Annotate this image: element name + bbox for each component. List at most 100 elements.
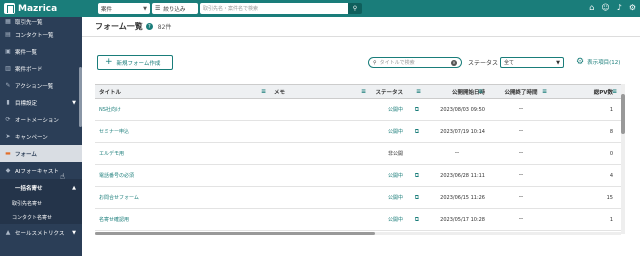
form-title-link[interactable]: NS社向け [99,106,121,113]
sidebar-item-label: フォーム [15,151,37,158]
pv-count-cell: 1 [609,106,613,113]
table-row[interactable]: エルデモ用 非公開 ー ー 0 [95,143,621,165]
sidebar-item-label: 取引先一覧 [15,19,43,26]
sort-icon[interactable]: ≡ [542,88,547,95]
column-header-pv[interactable]: 総PV数 ≡ [551,85,621,98]
sidebar-item-label: アクション一覧 [15,83,54,90]
sidebar-item-form[interactable]: ▬ フォーム [0,145,82,162]
board-icon: ▥ [5,65,11,72]
start-date-cell: ー [454,151,460,157]
start-date-cell: 2023/06/28 11:11 [440,172,485,179]
memo-cell [270,165,370,186]
form-title-link[interactable]: 名寄せ確認用 [99,216,129,223]
sidebar-item-campaign[interactable]: ➤ キャンペーン [0,128,82,145]
filter-label: 絞り込み [163,6,186,13]
table-row[interactable]: セミナー申込 公開中 ⧉ 2023/07/19 10:14 ー 8 [95,121,621,143]
end-date-cell: ー [518,195,524,201]
memo-cell [270,209,370,230]
table-row[interactable]: NS社向け 公開中 ⧉ 2023/08/03 09:50 ー 1 [95,99,621,121]
form-title-link[interactable]: セミナー申込 [99,128,129,135]
column-header-status[interactable]: ステータス ≡ [370,85,425,98]
sidebar-subitem-label: コンタクト名寄せ [12,214,53,221]
sort-icon[interactable]: ≡ [261,88,266,95]
form-icon: ▬ [5,150,11,157]
table-row[interactable]: 名寄せ確認用 公開中 ⧉ 2023/05/17 10:28 ー 1 [95,209,621,231]
sidebar-subitem-contact-merge[interactable]: コンタクト名寄せ [0,210,82,224]
sidebar-item-contacts[interactable]: ▤ コンタクト一覧 [0,26,82,43]
title-search-input[interactable]: ⚲ タイトルで検索 × [368,57,462,68]
pv-count-cell: 0 [609,150,613,157]
table-row[interactable]: お問合せフォーム 公開中 ⧉ 2023/06/15 11:26 ー 15 [95,187,621,209]
automation-icon: ⟳ [5,116,11,123]
sort-icon[interactable]: ≡ [612,88,617,95]
new-form-button[interactable]: + 新規フォーム作成 [97,55,173,70]
external-link-icon[interactable]: ⧉ [415,172,419,180]
pv-count-cell: 1 [609,216,613,223]
sidebar-item-label: オートメーション [15,117,59,124]
notification-icon[interactable]: ♪ [617,3,622,12]
main-content: フォーム一覧 ? 82件 + 新規フォーム作成 ⚲ タイトルで検索 × ステータ… [82,17,640,256]
scrollbar-thumb[interactable] [95,232,375,235]
sort-icon[interactable]: ≡ [416,88,421,95]
filter-button[interactable]: ☰ 絞り込み [152,3,198,14]
column-header-memo[interactable]: メモ ≡ [270,85,370,98]
end-date-cell: ー [518,129,524,135]
home-icon[interactable]: ⌂ [589,3,594,12]
global-search-input[interactable]: 取引先名・案件名で検索 [200,3,348,14]
external-link-icon[interactable]: ⧉ [415,128,419,136]
form-title-link[interactable]: エルデモ用 [99,150,124,157]
table-horizontal-scrollbar[interactable] [95,232,621,235]
scrollbar-thumb[interactable] [621,94,625,134]
end-date-cell: ー [518,173,524,179]
external-link-icon[interactable]: ⧉ [415,216,419,224]
sidebar-item-actions[interactable]: ✎ アクション一覧 [0,77,82,94]
user-icon[interactable]: ☺ [601,3,609,12]
chevron-down-icon: ▼ [143,5,147,12]
status-filter-value: 全て [504,60,515,66]
column-label: タイトル [99,89,122,96]
sidebar-subitem-label: 取引先名寄せ [12,200,43,207]
search-type-value: 案件 [101,6,113,13]
end-date-cell: ー [518,151,524,157]
sidebar-item-ai-forecast[interactable]: ◆ AIフォーキャスト [0,162,82,179]
help-icon[interactable]: ? [145,23,153,30]
status-text: 公開中 [387,129,403,135]
column-label: 公開終了時間 [504,89,538,96]
sort-icon[interactable]: ≡ [361,88,366,95]
status-filter-select[interactable]: 全て ▼ [500,57,564,68]
sort-icon[interactable]: ≡ [478,88,483,95]
form-title-link[interactable]: お問合せフォーム [99,194,139,201]
app-logo[interactable]: Mazrica [4,2,57,15]
column-label: ステータス [375,89,403,96]
external-link-icon[interactable]: ⧉ [415,194,419,202]
column-header-start[interactable]: 公開開始日時 ≡ [425,85,487,98]
sidebar-subitem-account-merge[interactable]: 取引先名寄せ [0,196,82,210]
clear-icon[interactable]: × [451,59,457,66]
memo-cell [270,143,370,164]
sidebar-item-label: 目標設定 [15,100,38,107]
action-icon: ✎ [5,82,11,89]
search-type-select[interactable]: 案件 ▼ [98,3,150,14]
table-row[interactable]: 電話番号の必須 公開中 ⧉ 2023/06/28 11:11 ー 4 [95,165,621,187]
external-link-icon[interactable]: ⧉ [415,106,419,114]
sidebar-item-deals[interactable]: ▣ 案件一覧 [0,43,82,60]
deal-list-icon: ▣ [5,48,11,55]
start-date-cell: 2023/08/03 09:50 [440,106,485,113]
column-label: メモ [274,89,286,96]
sidebar-item-label: 案件一覧 [15,49,38,56]
new-form-label: 新規フォーム作成 [116,60,161,67]
settings-icon[interactable]: ⚙ [629,3,636,12]
table-vertical-scrollbar[interactable] [621,84,625,234]
sidebar-item-sales-metrics[interactable]: ▲ セールスメトリクス ▼ [0,224,82,241]
sidebar-item-automation[interactable]: ⟳ オートメーション [0,111,82,128]
form-title-link[interactable]: 電話番号の必須 [99,172,134,179]
sidebar-item-deal-board[interactable]: ▥ 案件ボード [0,60,82,77]
global-search-button[interactable]: ⚲ [348,3,362,14]
column-header-end[interactable]: 公開終了時間 ≡ [487,85,551,98]
sidebar-group-merge[interactable]: 一括名寄せ ▲ [0,179,82,196]
sidebar-item-targets[interactable]: ▮ 目標設定 ▼ [0,94,82,111]
sidebar-item-label: セールスメトリクス [15,230,65,237]
column-header-title[interactable]: タイトル ≡ [95,85,270,98]
sidebar-item-accounts[interactable]: ▦ 取引先一覧 [0,17,82,26]
display-items-button[interactable]: ⚙ 表示項目(12) [576,57,620,67]
